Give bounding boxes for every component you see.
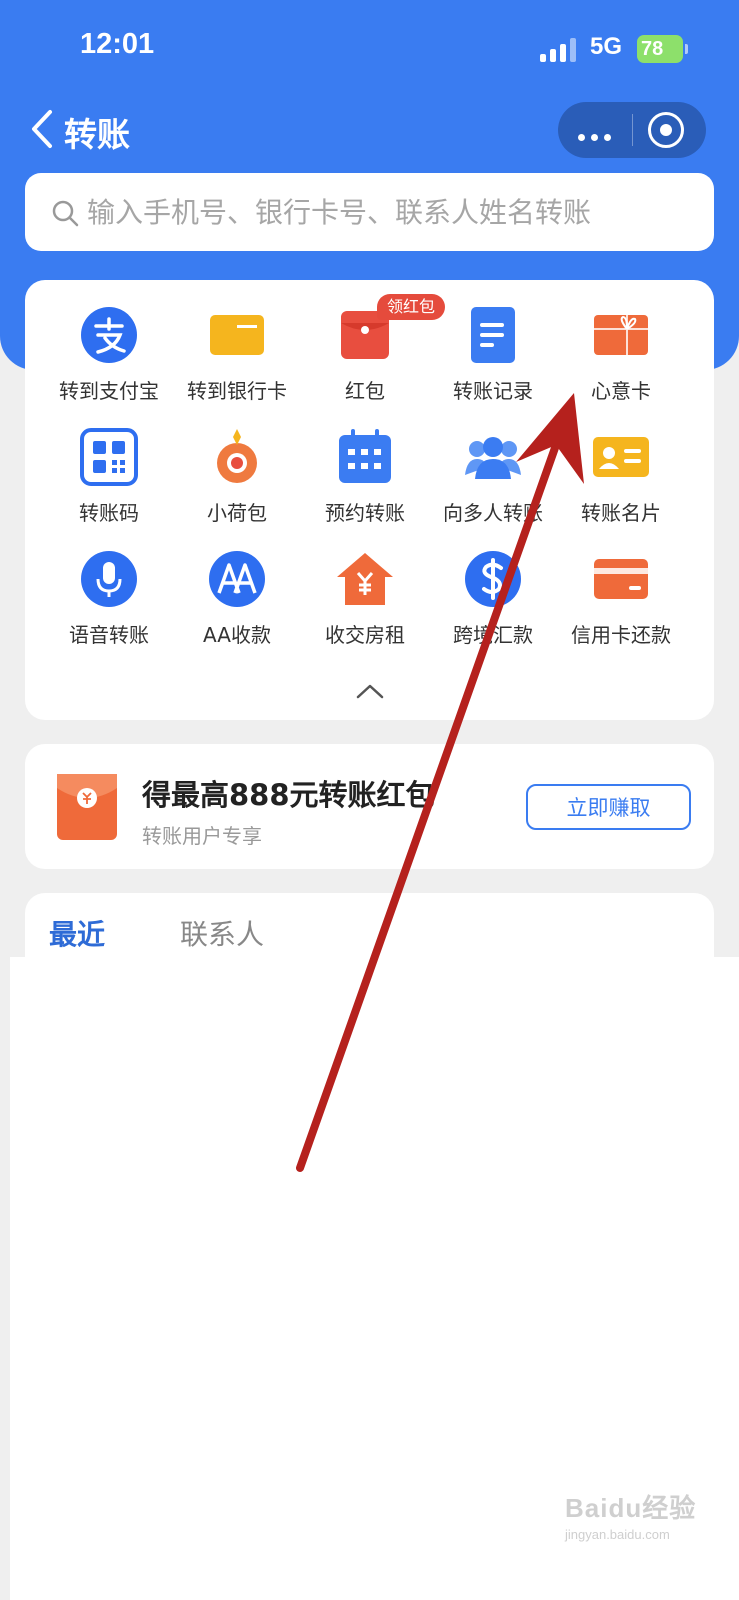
watermark-logo: Baidu经验: [565, 1493, 697, 1523]
watermark-url: jingyan.baidu.com: [565, 1527, 670, 1542]
annotation-arrow: [296, 393, 584, 1172]
baidu-watermark: Baidu经验 jingyan.baidu.com: [565, 1488, 715, 1568]
